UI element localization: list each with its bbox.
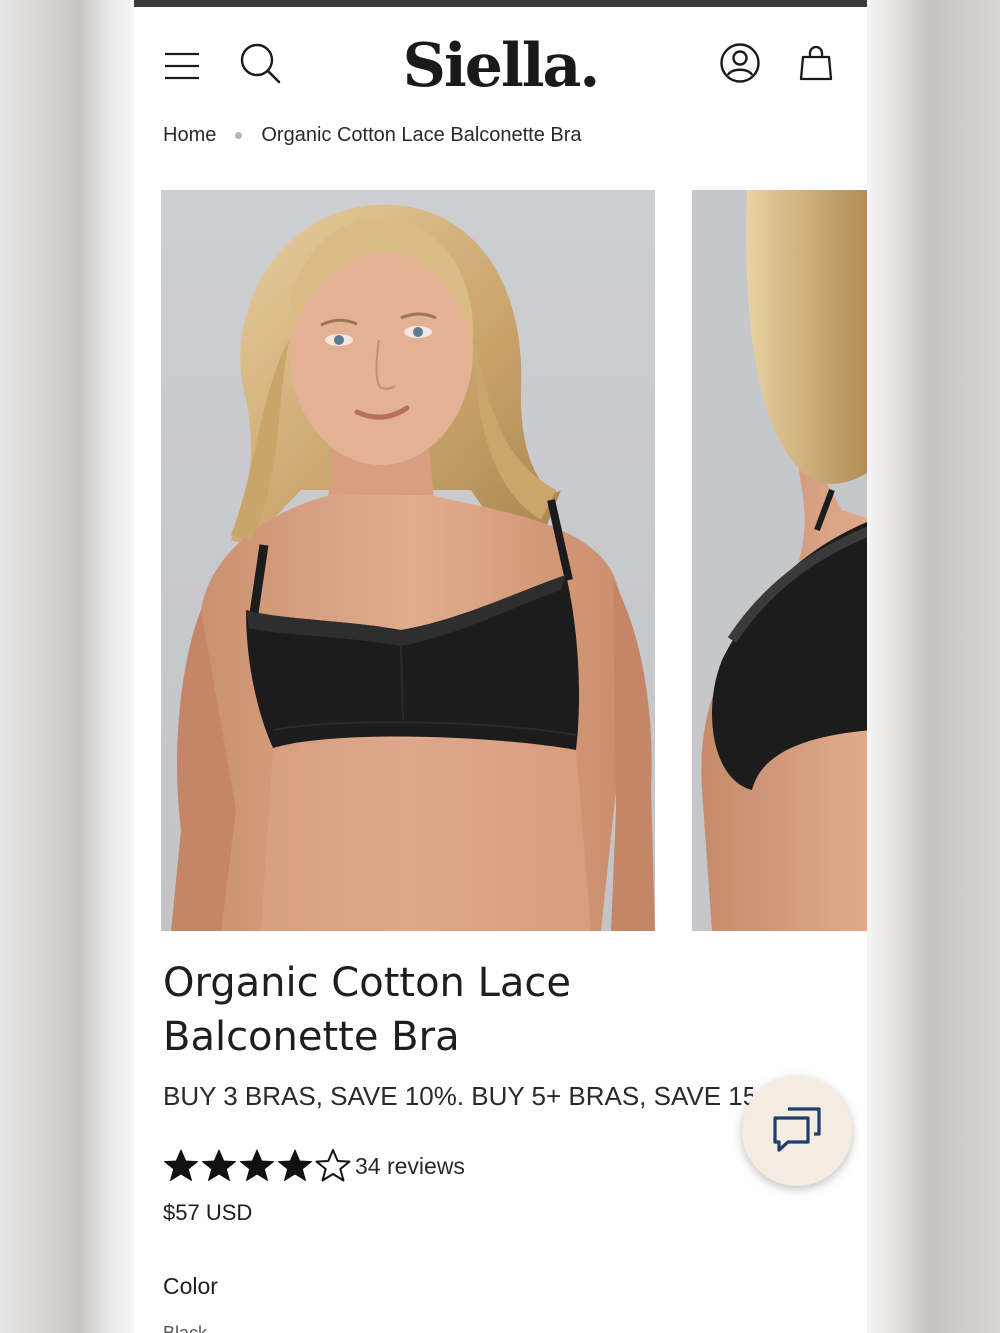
rating-stars bbox=[163, 1148, 351, 1184]
product-page: Siella. Home Organic Cotton Lace Balcone… bbox=[134, 0, 867, 1333]
product-title: Organic Cotton Lace Balconette Bra bbox=[163, 960, 572, 1060]
product-rating[interactable]: 34 reviews bbox=[163, 1148, 465, 1184]
star-empty-icon bbox=[315, 1149, 351, 1182]
reviews-link[interactable]: 34 reviews bbox=[355, 1153, 465, 1180]
shopping-bag-icon[interactable] bbox=[795, 42, 837, 84]
breadcrumb-current: Organic Cotton Lace Balconette Bra bbox=[261, 124, 582, 146]
breadcrumb-separator bbox=[235, 132, 243, 139]
chat-button[interactable] bbox=[742, 1076, 852, 1186]
breadcrumb: Home Organic Cotton Lace Balconette Bra bbox=[163, 124, 582, 147]
account-icon[interactable] bbox=[717, 40, 763, 86]
product-image-secondary[interactable] bbox=[692, 190, 867, 931]
color-label: Color bbox=[163, 1273, 218, 1299]
product-image-main[interactable] bbox=[161, 190, 655, 931]
chat-bubbles-icon bbox=[770, 1104, 824, 1158]
color-value: Black bbox=[163, 1323, 208, 1333]
top-bar bbox=[134, 0, 867, 7]
star-filled-icon bbox=[164, 1149, 198, 1181]
star-filled-icon bbox=[202, 1149, 236, 1181]
promo-text: BUY 3 BRAS, SAVE 10%. BUY 5+ BRAS, SAVE … bbox=[163, 1081, 753, 1111]
star-filled-icon bbox=[278, 1149, 312, 1181]
breadcrumb-home-link[interactable]: Home bbox=[163, 124, 216, 147]
product-price: $57 USD bbox=[163, 1200, 253, 1225]
star-filled-icon bbox=[240, 1149, 274, 1181]
